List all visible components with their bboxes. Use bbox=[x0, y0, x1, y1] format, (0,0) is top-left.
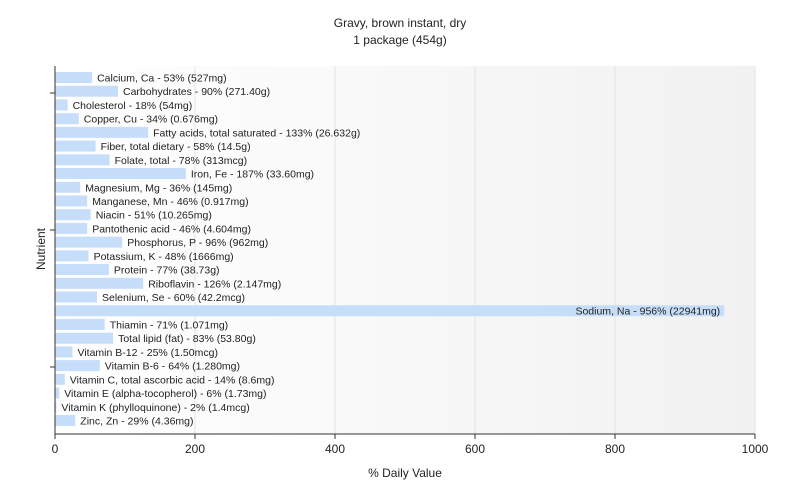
bar-label: Total lipid (fat) - 83% (53.80g) bbox=[118, 333, 256, 345]
bar bbox=[55, 195, 88, 207]
bar bbox=[55, 181, 81, 193]
bar bbox=[55, 250, 89, 262]
x-tick-label: 200 bbox=[185, 442, 205, 456]
bar bbox=[55, 154, 110, 166]
bar-label: Vitamin B-12 - 25% (1.50mcg) bbox=[78, 347, 218, 359]
bar bbox=[55, 85, 118, 97]
bar bbox=[55, 72, 93, 83]
bar-label: Riboflavin - 126% (2.147mg) bbox=[148, 278, 281, 290]
bar bbox=[55, 346, 73, 358]
bar-label: Fatty acids, total saturated - 133% (26.… bbox=[153, 127, 360, 139]
bar-label: Iron, Fe - 187% (33.60mg) bbox=[191, 169, 314, 181]
nutrient-bar-chart: Calcium, Ca - 53% (527mg)Carbohydrates -… bbox=[34, 16, 769, 480]
bar bbox=[55, 373, 65, 385]
chart-title: Gravy, brown instant, dry bbox=[334, 16, 467, 30]
bar-label: Vitamin B-6 - 64% (1.280mg) bbox=[105, 361, 240, 373]
x-tick-label: 400 bbox=[325, 442, 345, 456]
bar-label: Sodium, Na - 956% (22941mg) bbox=[575, 306, 720, 318]
bar-label: Fiber, total dietary - 58% (14.5g) bbox=[101, 141, 251, 153]
bar-label: Calcium, Ca - 53% (527mg) bbox=[97, 73, 227, 85]
bar bbox=[55, 264, 109, 276]
x-tick-label: 800 bbox=[605, 442, 625, 456]
y-axis-label: Nutrient bbox=[34, 227, 48, 270]
bar bbox=[55, 387, 60, 399]
bar-label: Manganese, Mn - 46% (0.917mg) bbox=[92, 196, 248, 208]
bar bbox=[55, 209, 91, 221]
bar-label: Niacin - 51% (10.265mg) bbox=[96, 210, 212, 222]
bar-label: Vitamin E (alpha-tocopherol) - 6% (1.73m… bbox=[64, 388, 266, 400]
bar-label: Thiamin - 71% (1.071mg) bbox=[110, 319, 228, 331]
bar-label: Phosphorus, P - 96% (962mg) bbox=[127, 237, 268, 249]
bar-label: Vitamin C, total ascorbic acid - 14% (8.… bbox=[70, 374, 275, 386]
bar bbox=[55, 126, 149, 138]
bar bbox=[55, 332, 114, 344]
bar-label: Potassium, K - 48% (1666mg) bbox=[94, 251, 234, 263]
bar bbox=[55, 318, 105, 330]
bar-label: Protein - 77% (38.73g) bbox=[114, 265, 220, 277]
bar bbox=[55, 168, 186, 180]
bar bbox=[55, 113, 79, 125]
bar bbox=[55, 360, 100, 372]
bar bbox=[55, 277, 144, 289]
bar-label: Folate, total - 78% (313mcg) bbox=[115, 155, 247, 167]
bar bbox=[55, 415, 76, 426]
chart-subtitle: 1 package (454g) bbox=[353, 33, 446, 47]
bar-label: Magnesium, Mg - 36% (145mg) bbox=[85, 182, 232, 194]
x-tick-label: 1000 bbox=[742, 442, 769, 456]
bar-label: Pantothenic acid - 46% (4.604mg) bbox=[92, 223, 251, 235]
bar-label: Carbohydrates - 90% (271.40g) bbox=[123, 86, 270, 98]
bar bbox=[55, 291, 97, 303]
bar-label: Vitamin K (phylloquinone) - 2% (1.4mcg) bbox=[61, 402, 249, 414]
x-tick-label: 600 bbox=[465, 442, 485, 456]
bar-label: Cholesterol - 18% (54mg) bbox=[73, 100, 193, 112]
bar bbox=[55, 140, 96, 152]
bar bbox=[55, 222, 88, 234]
bar bbox=[55, 236, 123, 248]
x-axis-label: % Daily Value bbox=[368, 466, 442, 480]
bar-label: Selenium, Se - 60% (42.2mcg) bbox=[102, 292, 245, 304]
x-tick-label: 0 bbox=[52, 442, 59, 456]
bar bbox=[55, 99, 68, 111]
bar-label: Copper, Cu - 34% (0.676mg) bbox=[84, 114, 218, 126]
bar-label: Zinc, Zn - 29% (4.36mg) bbox=[80, 416, 193, 428]
